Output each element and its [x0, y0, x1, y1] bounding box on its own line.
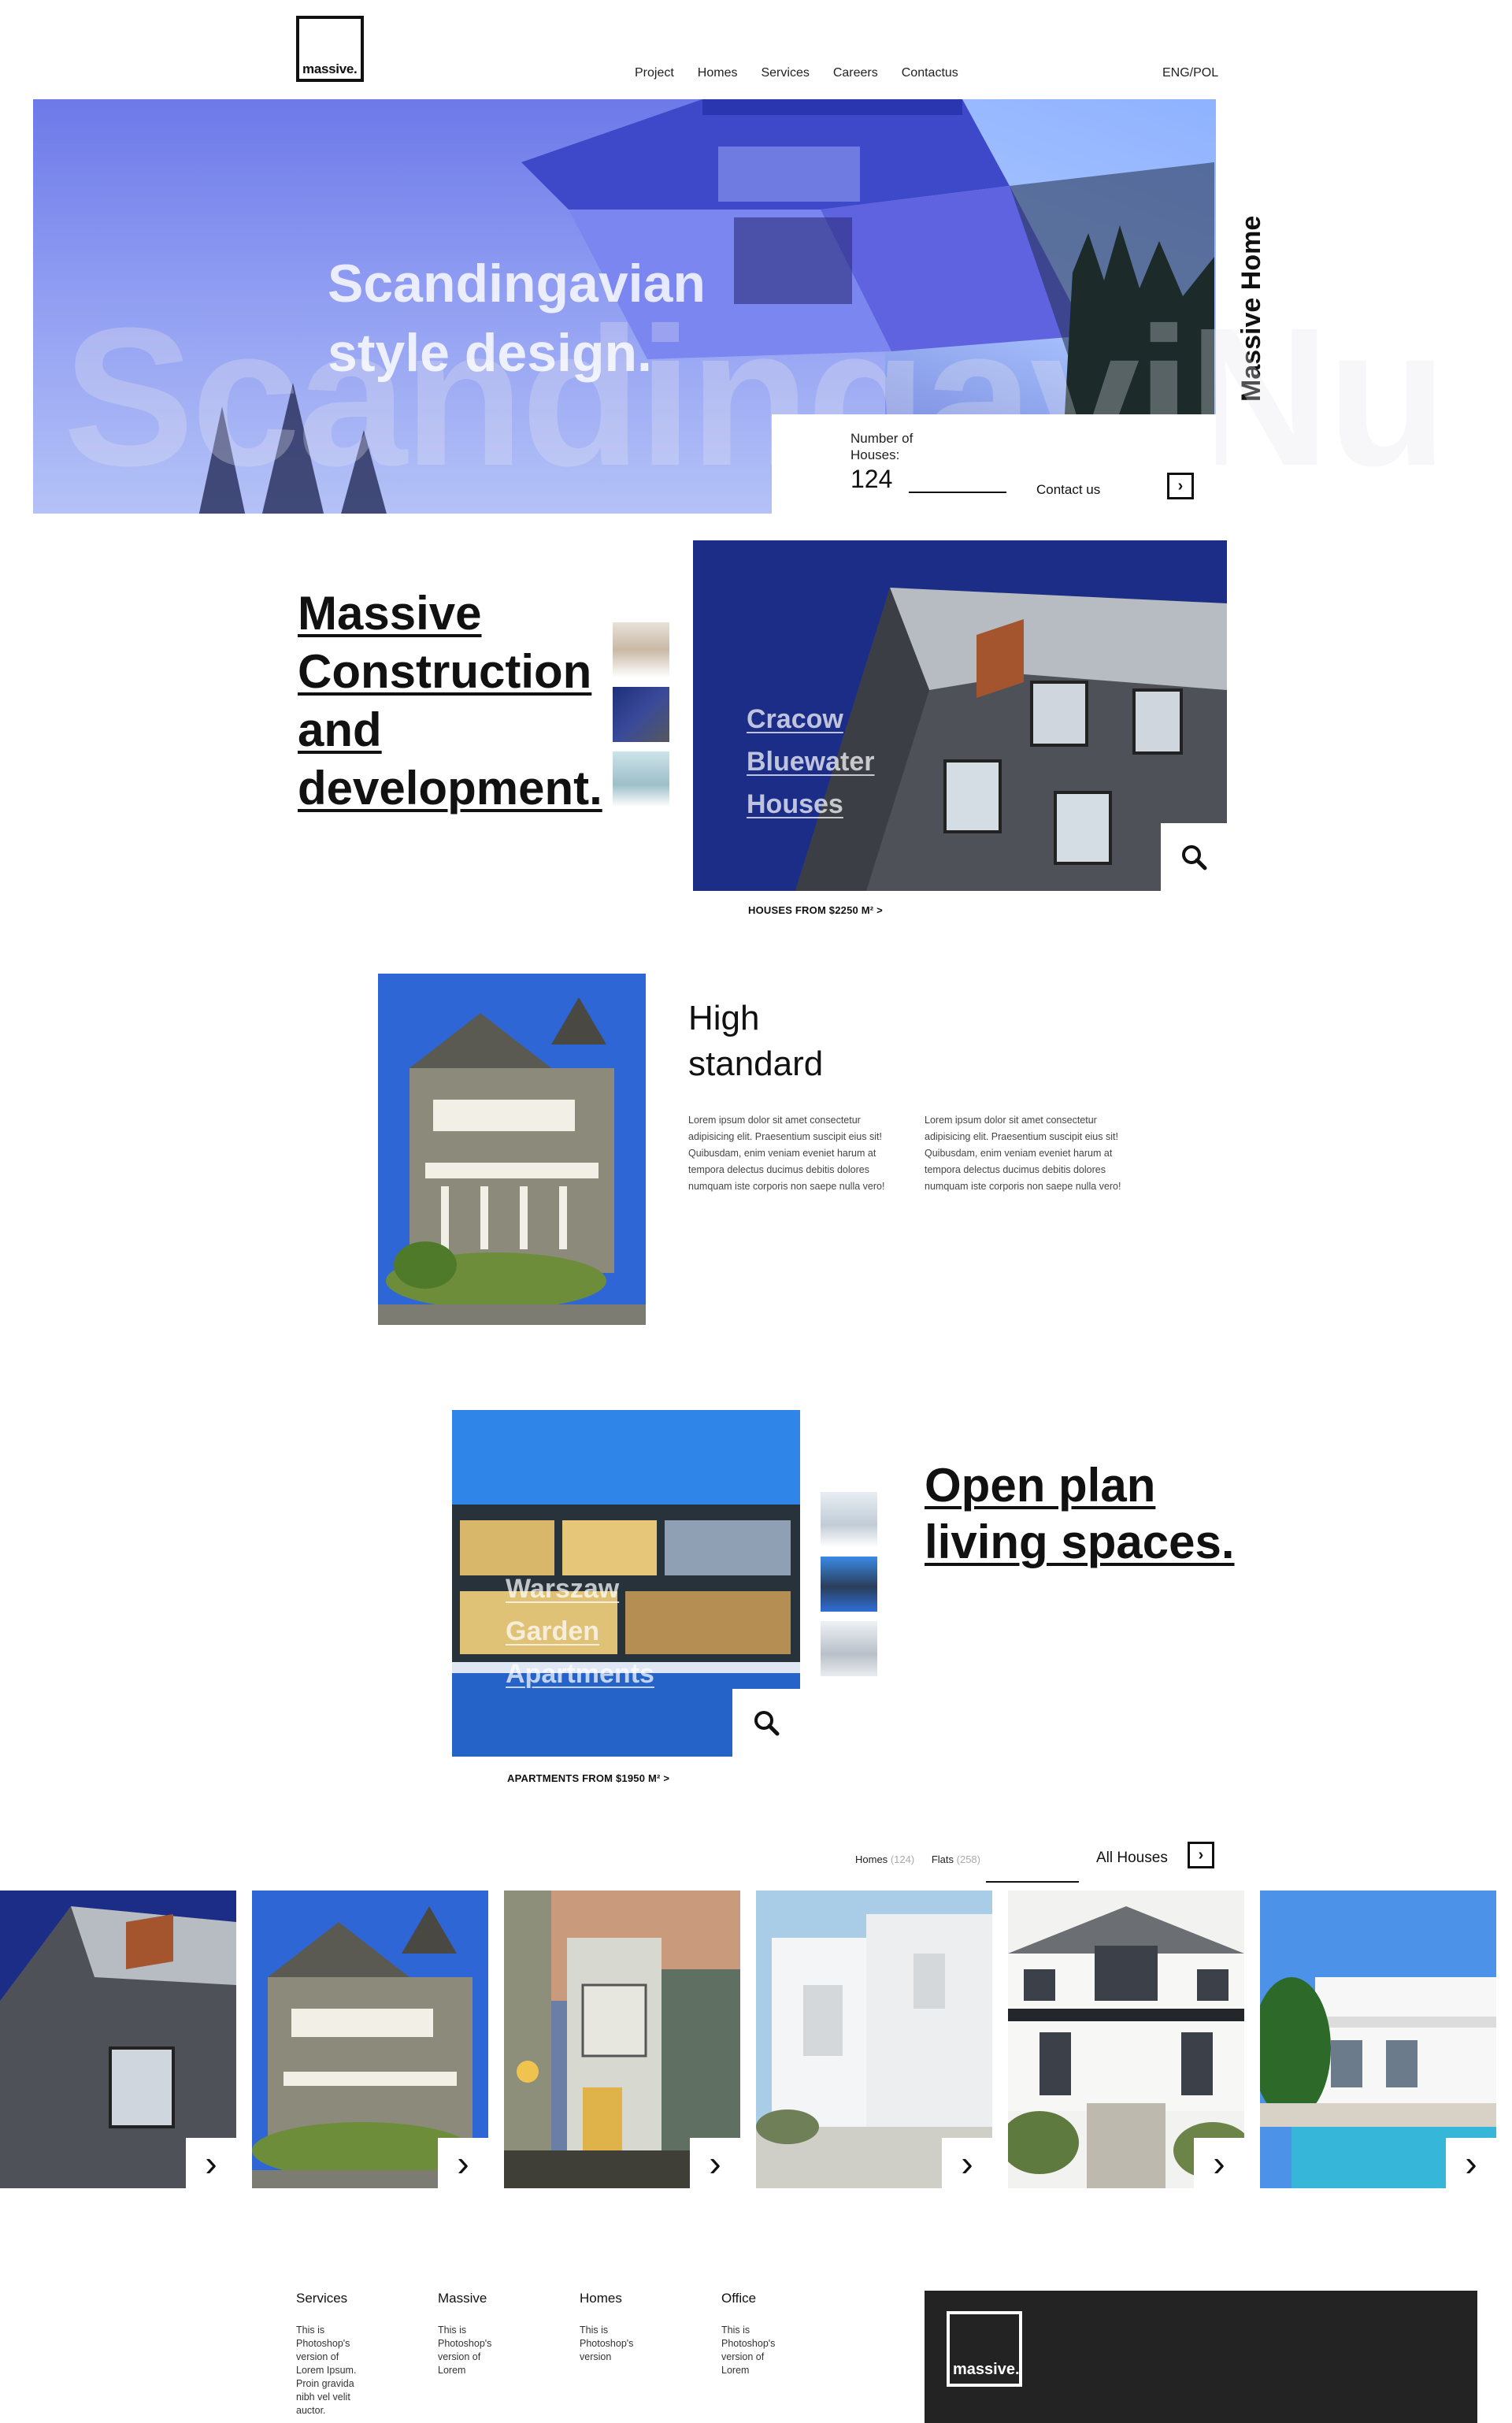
filter-flats[interactable]: Flats (258) [932, 1853, 980, 1865]
gallery-card-2[interactable]: › [252, 1891, 488, 2188]
footer-col-massive: Massive This is Photoshop's version of L… [438, 2291, 532, 2377]
gallery-next-button-1[interactable]: › [186, 2138, 236, 2188]
houses-count-label: Number of Houses: [850, 431, 914, 462]
construction-heading: Massive Construction and development. [298, 587, 602, 814]
thumbnail-6[interactable] [821, 1621, 877, 1676]
contact-arrow-button[interactable]: › [1167, 473, 1194, 499]
chevron-right-icon: › [205, 2143, 217, 2184]
chevron-right-icon: › [457, 2143, 469, 2184]
hero-title: Scandingavian style design. [328, 254, 706, 383]
footer-col-text: This is Photoshop's version of Lorem Ips… [296, 2325, 357, 2416]
houses-count-underline [909, 492, 1006, 493]
nav-item-careers[interactable]: Careers [833, 66, 878, 80]
footer-col-title: Office [721, 2291, 757, 2306]
thumbnail-4[interactable] [821, 1492, 877, 1547]
gallery-card-4[interactable]: › [756, 1891, 992, 2188]
chevron-right-icon: › [1465, 2143, 1477, 2184]
thumbnail-5[interactable] [821, 1557, 877, 1612]
hero-watermark: ScandingaviNu [63, 287, 1447, 506]
gallery-filters: Homes (124) Flats (258) [855, 1853, 980, 1865]
filter-underline [986, 1881, 1079, 1883]
chevron-right-icon: › [1198, 1846, 1204, 1864]
footer-col-text: This is Photoshop's version of Lorem [438, 2325, 492, 2376]
chevron-right-icon: › [709, 2143, 721, 2184]
warszaw-search-button[interactable] [732, 1689, 800, 1757]
gallery-next-button-4[interactable]: › [942, 2138, 992, 2188]
logo[interactable]: massive. [296, 16, 364, 82]
footer-logo[interactable]: massive. [947, 2311, 1022, 2387]
gallery-card-5[interactable]: › [1008, 1891, 1244, 2188]
chevron-right-icon: › [1177, 477, 1184, 495]
search-icon [754, 1711, 780, 1736]
filter-homes[interactable]: Homes (124) [855, 1853, 914, 1865]
houses-price-link[interactable]: HOUSES FROM $2250 M² > [748, 904, 883, 916]
high-standard-paragraph-2: Lorem ipsum dolor sit amet consectetur a… [925, 1115, 1121, 1192]
nav-item-services[interactable]: Services [761, 66, 809, 80]
open-plan-heading: Open plan living spaces. [925, 1459, 1235, 1568]
contact-us-link[interactable]: Contact us [1036, 482, 1100, 498]
victorian-house-image [378, 974, 646, 1325]
high-standard-heading: High standard [688, 999, 824, 1083]
search-icon [1182, 845, 1207, 870]
main-nav: Project Homes Services Careers Contactus [635, 66, 982, 80]
chevron-right-icon: › [1213, 2143, 1225, 2184]
nav-item-project[interactable]: Project [635, 66, 674, 80]
thumbnail-2[interactable] [613, 687, 669, 742]
footer-col-office: Office This is Photoshop's version of Lo… [721, 2291, 816, 2377]
footer-col-text: This is Photoshop's version of Lorem [721, 2325, 776, 2376]
gallery-next-button-5[interactable]: › [1194, 2138, 1244, 2188]
cracow-search-button[interactable] [1161, 823, 1227, 891]
houses-count-value: 124 [850, 465, 893, 493]
nav-item-contactus[interactable]: Contactus [902, 66, 958, 80]
houses-count-card: Number of Houses: 124 Contact us › [772, 414, 1216, 514]
high-standard-paragraph-1: Lorem ipsum dolor sit amet consectetur a… [688, 1115, 885, 1192]
gallery-next-button-3[interactable]: › [690, 2138, 740, 2188]
footer-brand-panel: massive. [925, 2291, 1477, 2423]
victorian-house-photo [378, 974, 646, 1325]
cracow-photo-label: Cracow Bluewater Houses [747, 704, 875, 819]
chevron-right-icon: › [961, 2143, 973, 2184]
gallery-card-6[interactable]: › [1260, 1891, 1496, 2188]
all-houses-link[interactable]: All Houses [1096, 1850, 1168, 1867]
footer-col-title: Homes [580, 2291, 622, 2306]
footer-col-title: Services [296, 2291, 348, 2306]
gallery-next-button-2[interactable]: › [438, 2138, 488, 2188]
footer-col-services: Services This is Photoshop's version of … [296, 2291, 391, 2417]
all-houses-arrow-button[interactable]: › [1188, 1842, 1214, 1868]
thumbnail-1[interactable] [613, 622, 669, 677]
nav-item-homes[interactable]: Homes [698, 66, 738, 80]
logo-text: massive. [302, 61, 358, 76]
gallery-card-3[interactable]: › [504, 1891, 740, 2188]
apartments-price-link[interactable]: APARTMENTS FROM $1950 M² > [507, 1772, 669, 1784]
language-switcher[interactable]: ENG/POL [1162, 66, 1218, 80]
thumbnail-3[interactable] [613, 751, 669, 807]
cracow-house-photo[interactable]: Cracow Bluewater Houses [693, 540, 1227, 891]
gallery-next-button-6[interactable]: › [1446, 2138, 1496, 2188]
warszaw-photo-label: Warszaw Garden Apartments [506, 1574, 654, 1689]
gallery-card-1[interactable]: › [0, 1891, 236, 2188]
footer-col-text: This is Photoshop's version [580, 2325, 634, 2362]
footer-col-title: Massive [438, 2291, 487, 2306]
footer-col-homes: Homes This is Photoshop's version [580, 2291, 674, 2364]
